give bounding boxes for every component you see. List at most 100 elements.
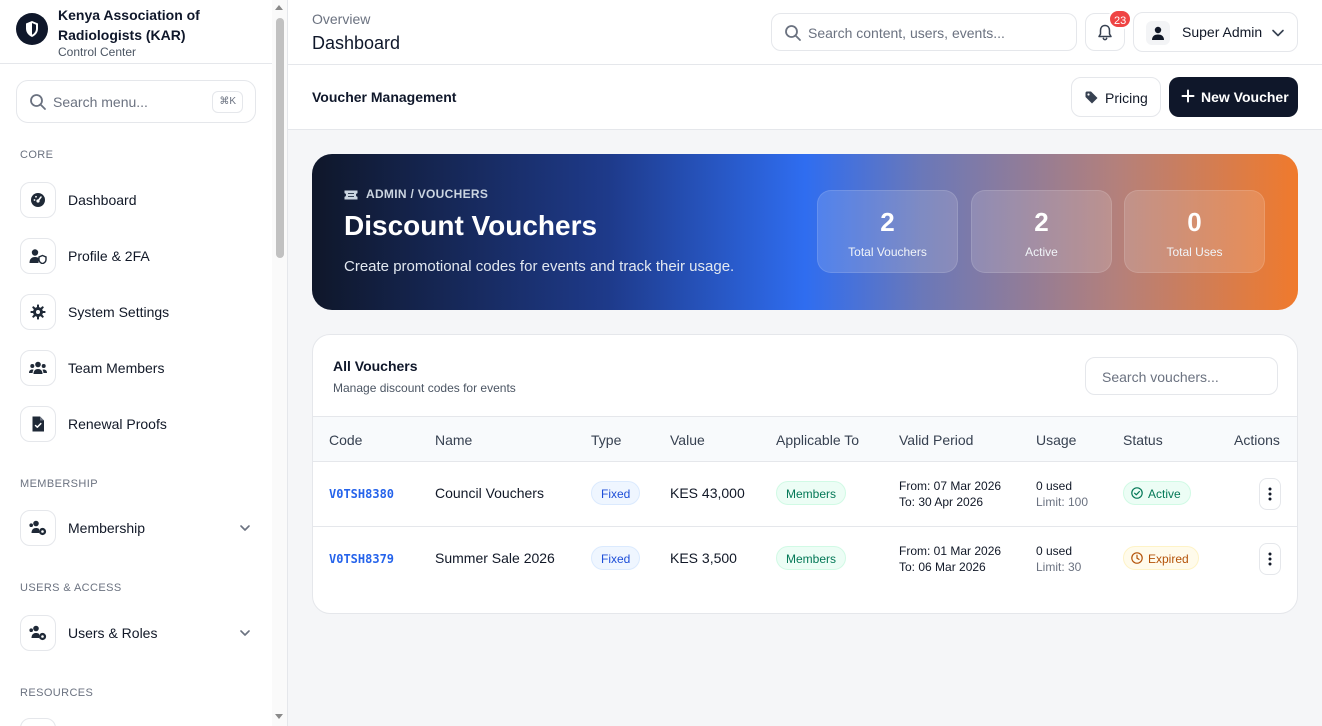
stat-value: 2 xyxy=(880,207,895,237)
vouchers-hero-banner: ADMIN / VOUCHERS Discount Vouchers Creat… xyxy=(312,154,1298,310)
voucher-management-header: Voucher Management Pricing New Voucher xyxy=(288,65,1322,130)
valid-to: To: 06 Mar 2026 xyxy=(899,560,986,574)
voucher-name: Summer Sale 2026 xyxy=(435,550,555,566)
voucher-search-input[interactable]: Search vouchers... xyxy=(1085,357,1278,395)
user-name: Super Admin xyxy=(1182,24,1263,40)
page-title: Dashboard xyxy=(312,33,401,53)
sidebar-item-system-settings[interactable]: System Settings xyxy=(20,294,256,330)
usage-limit: Limit: 100 xyxy=(1036,495,1089,509)
hero-description: Create promotional codes for events and … xyxy=(344,258,735,275)
hero-breadcrumb: ADMIN / VOUCHERS xyxy=(344,187,488,201)
sidebar-item-team-members[interactable]: Team Members xyxy=(20,350,256,386)
sidebar-item-users-roles[interactable]: Users & Roles xyxy=(20,615,256,651)
gear-icon xyxy=(20,294,56,330)
stat-total-uses: 0 Total Uses xyxy=(1124,190,1265,273)
table-header: Code Name Type Value Applicable To Valid… xyxy=(313,416,1297,461)
column-header-type[interactable]: Type xyxy=(591,432,621,448)
hero-breadcrumb-text: ADMIN / VOUCHERS xyxy=(366,187,489,201)
status-badge: Active xyxy=(1123,481,1191,505)
sidebar-item-membership[interactable]: Membership xyxy=(20,510,256,546)
search-icon xyxy=(30,94,46,110)
new-voucher-button[interactable]: New Voucher xyxy=(1169,77,1298,117)
stat-value: 0 xyxy=(1187,207,1202,237)
table-row[interactable]: V0TSH8379 Summer Sale 2026 Fixed KES 3,5… xyxy=(313,526,1297,591)
users-gear-icon xyxy=(20,510,56,546)
stat-label: Active xyxy=(1025,245,1058,259)
sidebar-item-label: Team Members xyxy=(68,360,165,376)
section-label-core: CORE xyxy=(20,149,54,161)
section-label-users-access: USERS & ACCESS xyxy=(20,582,122,594)
menu-search-input[interactable]: Search menu... ⌘K xyxy=(16,80,256,123)
vouchers-table-card: All Vouchers Manage discount codes for e… xyxy=(312,334,1298,614)
global-search-input[interactable]: Search content, users, events... xyxy=(771,13,1077,51)
global-search-placeholder: Search content, users, events... xyxy=(808,25,1005,41)
status-badge: Expired xyxy=(1123,546,1199,570)
chevron-down-icon[interactable] xyxy=(238,521,252,535)
new-voucher-button-label: New Voucher xyxy=(1201,89,1289,105)
section-label-membership: MEMBERSHIP xyxy=(20,478,98,490)
resource-icon xyxy=(20,718,56,726)
shortcut-hint: ⌘K xyxy=(212,91,243,113)
voucher-name: Council Vouchers xyxy=(435,485,544,501)
status-badge-label: Active xyxy=(1148,487,1181,501)
users-gear-icon xyxy=(20,615,56,651)
valid-from: From: 07 Mar 2026 xyxy=(899,479,1002,493)
check-circle-icon xyxy=(1131,487,1143,499)
shield-logo-icon xyxy=(16,13,48,45)
sidebar-item-label: System Settings xyxy=(68,304,170,320)
scroll-up-arrow-icon[interactable] xyxy=(275,5,283,10)
sidebar: Kenya Association of Radiologists (KAR) … xyxy=(0,0,288,726)
table-row[interactable]: V0TSH8380 Council Vouchers Fixed KES 43,… xyxy=(313,461,1297,526)
breadcrumb[interactable]: Overview xyxy=(312,11,370,27)
brand: Kenya Association of Radiologists (KAR) … xyxy=(0,0,272,64)
sidebar-item-profile-2fa[interactable]: Profile & 2FA xyxy=(20,238,256,274)
row-actions-button[interactable] xyxy=(1259,478,1281,510)
ticket-icon xyxy=(344,190,358,200)
topbar: Overview Dashboard Search content, users… xyxy=(288,0,1322,65)
sidebar-item-partial[interactable] xyxy=(20,718,256,726)
usage-count: 0 used xyxy=(1036,544,1073,558)
clock-icon xyxy=(1131,552,1143,564)
search-icon xyxy=(785,25,801,41)
column-header-code[interactable]: Code xyxy=(329,432,362,448)
column-header-status[interactable]: Status xyxy=(1123,432,1163,448)
voucher-code-link[interactable]: V0TSH8380 xyxy=(329,487,394,501)
column-header-applicable-to[interactable]: Applicable To xyxy=(776,432,859,448)
stat-label: Total Vouchers xyxy=(848,245,927,259)
row-actions-button[interactable] xyxy=(1259,543,1281,575)
column-header-value[interactable]: Value xyxy=(670,432,705,448)
applicable-to-badge: Members xyxy=(776,546,847,570)
user-menu-button[interactable]: Super Admin xyxy=(1133,12,1298,52)
status-badge-label: Expired xyxy=(1148,552,1189,566)
valid-to: To: 30 Apr 2026 xyxy=(899,495,984,509)
pricing-button[interactable]: Pricing xyxy=(1071,77,1161,117)
more-vertical-icon xyxy=(1268,487,1272,501)
column-header-valid-period[interactable]: Valid Period xyxy=(899,432,973,448)
sidebar-item-label: Renewal Proofs xyxy=(68,416,167,432)
voucher-value: KES 3,500 xyxy=(670,550,737,566)
sidebar-item-label: Profile & 2FA xyxy=(68,248,150,264)
column-header-usage[interactable]: Usage xyxy=(1036,432,1076,448)
chevron-down-icon[interactable] xyxy=(238,626,252,640)
column-header-name[interactable]: Name xyxy=(435,432,472,448)
voucher-code-link[interactable]: V0TSH8379 xyxy=(329,552,394,566)
stat-label: Total Uses xyxy=(1166,245,1223,259)
pricing-button-label: Pricing xyxy=(1105,90,1148,106)
sidebar-item-dashboard[interactable]: Dashboard xyxy=(20,182,256,218)
tag-icon xyxy=(1085,91,1098,104)
sidebar-item-renewal-proofs[interactable]: Renewal Proofs xyxy=(20,406,256,442)
notification-count-badge: 23 xyxy=(1108,9,1133,29)
card-title: All Vouchers xyxy=(333,358,418,374)
sidebar-scrollbar-thumb[interactable] xyxy=(276,18,284,258)
stat-value: 2 xyxy=(1034,207,1049,237)
valid-from: From: 01 Mar 2026 xyxy=(899,544,1002,558)
section-label-resources: RESOURCES xyxy=(20,687,94,699)
gauge-icon xyxy=(20,182,56,218)
column-header-actions: Actions xyxy=(1234,432,1280,448)
voucher-value: KES 43,000 xyxy=(670,485,745,501)
scroll-down-arrow-icon[interactable] xyxy=(275,714,283,719)
brand-subtitle: Control Center xyxy=(58,45,137,59)
stat-active: 2 Active xyxy=(971,190,1112,273)
more-vertical-icon xyxy=(1268,552,1272,566)
card-subtitle: Manage discount codes for events xyxy=(333,381,516,395)
